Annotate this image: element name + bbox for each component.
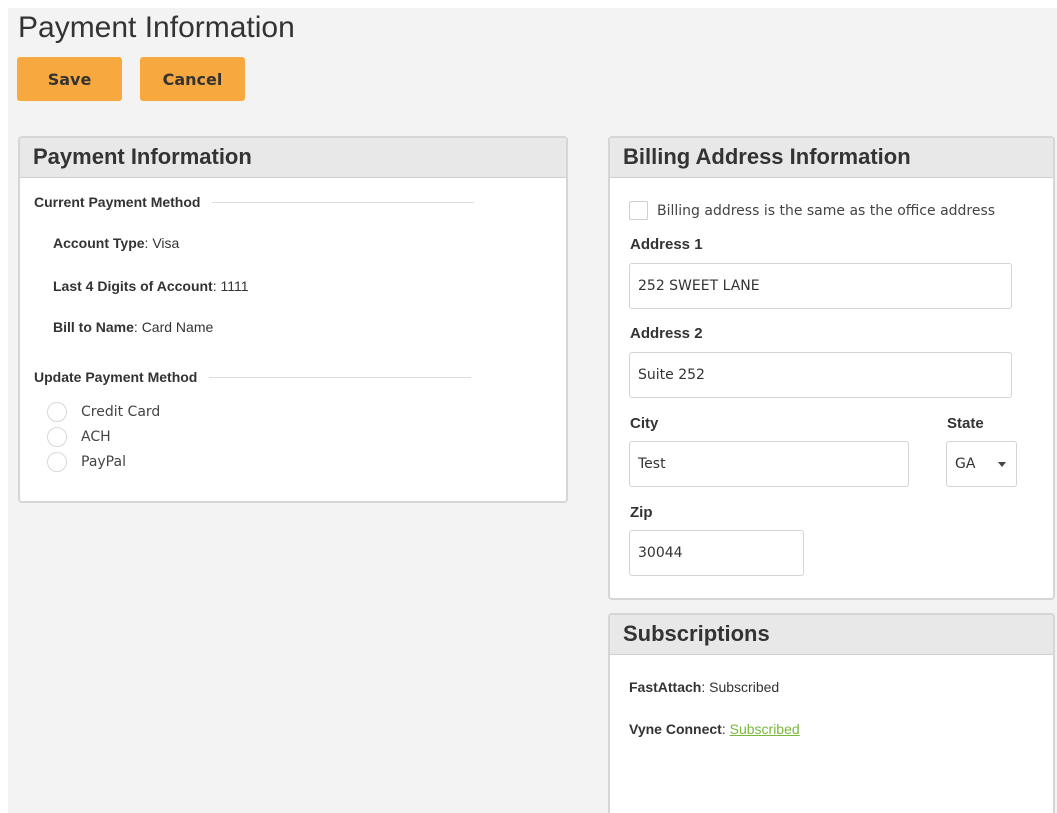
page-title: Payment Information xyxy=(18,11,295,44)
address2-input[interactable]: Suite 252 xyxy=(629,352,1012,398)
same-as-office-label: Billing address is the same as the offic… xyxy=(657,202,996,219)
radio-ach[interactable]: ACH xyxy=(47,427,111,447)
radio-paypal[interactable]: PayPal xyxy=(47,452,126,472)
state-label: State xyxy=(947,415,984,432)
update-payment-method-label: Update Payment Method xyxy=(34,369,198,385)
city-label: City xyxy=(630,415,659,432)
zip-label: Zip xyxy=(630,504,653,521)
radio-unchecked-icon[interactable] xyxy=(47,402,67,422)
bill-to-label: Bill to Name xyxy=(53,319,134,335)
subscriptions-panel-header: Subscriptions xyxy=(610,615,1053,655)
checkbox-unchecked-icon[interactable] xyxy=(629,201,648,220)
address1-label: Address 1 xyxy=(630,236,703,253)
address1-input[interactable]: 252 SWEET LANE xyxy=(629,263,1012,309)
bill-to-row: Bill to Name: Card Name xyxy=(53,319,214,335)
radio-label: Credit Card xyxy=(81,404,161,420)
bill-to-value: Card Name xyxy=(141,319,214,335)
account-type-label: Account Type xyxy=(53,235,145,251)
current-payment-method-heading: Current Payment Method xyxy=(34,194,475,210)
save-button[interactable]: Save xyxy=(17,57,122,101)
last4-label: Last 4 Digits of Account xyxy=(53,278,213,294)
radio-credit-card[interactable]: Credit Card xyxy=(47,402,160,422)
radio-unchecked-icon[interactable] xyxy=(47,452,67,472)
account-type-value: Visa xyxy=(152,235,180,251)
payment-information-panel: Payment Information Current Payment Meth… xyxy=(18,136,568,503)
subscription-row-fastattach: FastAttach: Subscribed xyxy=(629,679,780,695)
current-payment-method-label: Current Payment Method xyxy=(34,194,201,210)
subscription-status-link[interactable]: Subscribed xyxy=(730,721,800,737)
payment-panel-header: Payment Information xyxy=(20,138,566,178)
cancel-button[interactable]: Cancel xyxy=(140,57,245,101)
section-divider xyxy=(212,201,475,203)
last4-value: 1111 xyxy=(220,278,249,294)
radio-unchecked-icon[interactable] xyxy=(47,427,67,447)
account-type-row: Account Type: Visa xyxy=(53,235,180,251)
subscription-name: Vyne Connect xyxy=(629,721,722,737)
caret-down-icon xyxy=(998,462,1006,467)
update-payment-method-heading: Update Payment Method xyxy=(34,369,472,385)
page: Payment Information Save Cancel Payment … xyxy=(8,8,1057,813)
city-input[interactable]: Test xyxy=(629,441,909,487)
zip-input[interactable]: 30044 xyxy=(629,530,804,576)
state-value: GA xyxy=(955,456,976,472)
same-as-office-checkbox-row[interactable]: Billing address is the same as the offic… xyxy=(629,201,995,220)
billing-address-panel: Billing Address Information Billing addr… xyxy=(608,136,1055,600)
subscriptions-panel: Subscriptions FastAttach: Subscribed Vyn… xyxy=(608,613,1055,813)
state-select[interactable]: GA xyxy=(946,441,1017,487)
radio-label: PayPal xyxy=(81,454,126,470)
subscription-status: Subscribed xyxy=(709,679,780,695)
radio-label: ACH xyxy=(81,429,111,445)
subscription-row-vyne-connect: Vyne Connect: Subscribed xyxy=(629,721,800,737)
subscription-name: FastAttach xyxy=(629,679,702,695)
address2-label: Address 2 xyxy=(630,325,703,342)
section-divider xyxy=(209,376,472,378)
last4-row: Last 4 Digits of Account: 1111 xyxy=(53,278,249,294)
billing-panel-header: Billing Address Information xyxy=(610,138,1053,178)
